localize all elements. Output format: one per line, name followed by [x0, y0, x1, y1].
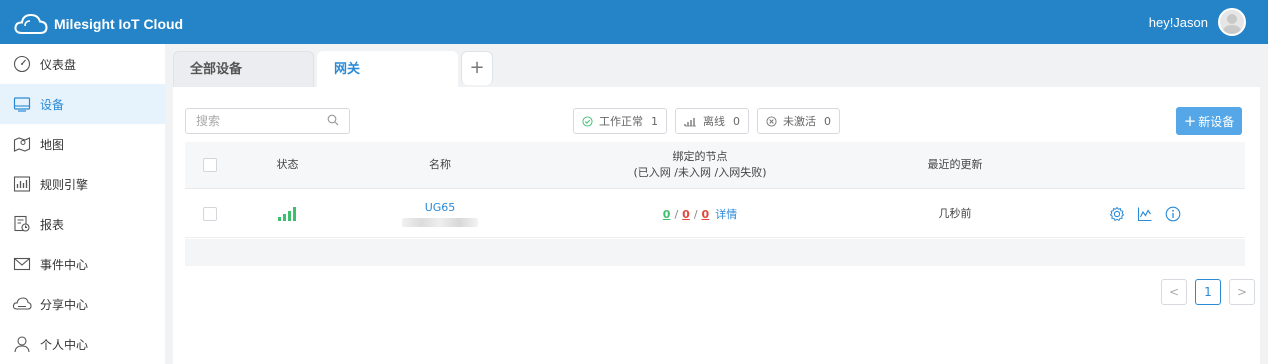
prev-page-button[interactable]: < — [1161, 279, 1187, 305]
sidebar-item-event-center[interactable]: 事件中心 — [0, 244, 165, 284]
signal-offline-icon — [684, 116, 697, 127]
table-header: 状态 名称 绑定的节点 (已入网 /未入网 /入网失败) 最近的更新 — [185, 142, 1245, 189]
filter-count: 1 — [651, 114, 658, 128]
sidebar-item-personal-center[interactable]: 个人中心 — [0, 324, 165, 364]
nodes-cell: 0/0/0 详情 — [585, 190, 815, 237]
brand-logo[interactable]: Milesight IoT Cloud — [14, 9, 183, 39]
sidebar-item-rule-engine[interactable]: 规则引擎 — [0, 164, 165, 204]
plus-icon: + — [1183, 112, 1197, 130]
device-serial-blurred — [402, 217, 478, 227]
line-chart-icon[interactable] — [1137, 206, 1153, 222]
last-update-header-label: 最近的更新 — [927, 158, 983, 171]
mail-icon — [12, 254, 32, 274]
tab-gateway[interactable]: 网关 — [317, 51, 458, 87]
separator: / — [674, 207, 679, 221]
row-checkbox[interactable] — [203, 206, 217, 221]
search-box[interactable] — [185, 108, 350, 134]
last-update-header: 最近的更新 — [900, 142, 1010, 188]
name-cell: UG65 — [385, 190, 495, 237]
status-header-label: 状态 — [276, 158, 299, 171]
filter-count: 0 — [733, 114, 740, 128]
settings-gear-icon[interactable] — [1109, 206, 1125, 222]
sidebar-item-label: 分享中心 — [40, 297, 89, 312]
top-header: Milesight IoT Cloud hey!Jason — [0, 0, 1268, 44]
search-icon[interactable] — [327, 114, 339, 129]
sidebar-item-label: 事件中心 — [40, 257, 89, 272]
last-update-cell: 几秒前 — [900, 190, 1010, 237]
device-name-link[interactable]: UG65 — [425, 201, 456, 214]
map-icon — [12, 134, 32, 154]
table-footer-strip — [185, 239, 1245, 266]
person-icon — [12, 334, 32, 354]
filter-inactive-button[interactable]: 未激活 0 — [757, 108, 840, 134]
brand-name: Milesight IoT Cloud — [54, 16, 184, 32]
details-link[interactable]: 详情 — [715, 208, 737, 221]
select-all-checkbox[interactable] — [203, 158, 217, 172]
filter-count: 0 — [824, 114, 831, 128]
filter-label: 离线 — [703, 115, 725, 128]
device-icon — [12, 94, 32, 114]
nodes-failed-count[interactable]: 0 — [702, 208, 710, 221]
nodes-header-title: 绑定的节点 — [672, 150, 728, 163]
status-filters: 工作正常 1 离线 0 未激活 0 — [573, 108, 848, 134]
page-number-button[interactable]: 1 — [1195, 279, 1221, 305]
nodes-joined-count[interactable]: 0 — [663, 208, 671, 221]
sidebar-item-label: 报表 — [40, 217, 65, 232]
cloud-logo-icon — [14, 13, 48, 34]
dashboard-icon — [12, 54, 32, 74]
check-circle-icon — [582, 115, 593, 127]
sidebar-item-report[interactable]: 报表 — [0, 204, 165, 244]
sidebar-item-label: 个人中心 — [40, 337, 89, 352]
sidebar-item-device[interactable]: 设备 — [0, 84, 165, 124]
info-icon[interactable] — [1165, 206, 1181, 222]
user-menu[interactable]: hey!Jason — [1149, 8, 1246, 36]
sidebar-item-label: 设备 — [40, 97, 65, 112]
status-cell — [255, 190, 320, 237]
filter-label: 工作正常 — [599, 115, 643, 128]
sidebar: 仪表盘 设备 地图 规则引擎 报表 事件中心 分享中心 个人中心 — [0, 44, 165, 364]
nodes-counts: 0/0/0 详情 — [663, 206, 737, 222]
next-page-button[interactable]: > — [1229, 279, 1255, 305]
search-input[interactable] — [186, 109, 316, 133]
nodes-header-sub: (已入网 /未入网 /入网失败) — [633, 166, 767, 179]
filter-working-button[interactable]: 工作正常 1 — [573, 108, 667, 134]
x-circle-icon — [766, 115, 777, 127]
last-update-value: 几秒前 — [938, 206, 972, 220]
name-header: 名称 — [395, 142, 485, 188]
sidebar-item-label: 地图 — [40, 137, 65, 152]
nodes-header: 绑定的节点 (已入网 /未入网 /入网失败) — [585, 142, 815, 188]
table-row[interactable]: UG65 0/0/0 详情 几秒前 — [185, 190, 1245, 238]
avatar[interactable] — [1218, 8, 1246, 36]
sidebar-item-map[interactable]: 地图 — [0, 124, 165, 164]
sidebar-item-label: 规则引擎 — [40, 177, 89, 192]
sidebar-item-dashboard[interactable]: 仪表盘 — [0, 44, 165, 84]
add-tab-button[interactable]: + — [461, 51, 493, 85]
user-avatar-icon — [1222, 14, 1242, 34]
sidebar-item-share-center[interactable]: 分享中心 — [0, 284, 165, 324]
name-header-label: 名称 — [429, 158, 451, 171]
filter-label: 未激活 — [783, 115, 816, 128]
tab-all-devices[interactable]: 全部设备 — [173, 51, 314, 87]
user-greeting[interactable]: hey!Jason — [1149, 15, 1208, 30]
pagination: < 1 > — [1153, 279, 1255, 305]
cloud-share-icon — [12, 294, 32, 314]
gateway-panel: 工作正常 1 离线 0 未激活 0 + 新设备 状态 名称 — [173, 87, 1260, 364]
actions-cell — [1100, 190, 1190, 237]
signal-strength-icon — [277, 206, 298, 221]
row-select-cell — [195, 190, 225, 237]
select-all-cell — [195, 142, 225, 188]
filter-offline-button[interactable]: 离线 0 — [675, 108, 749, 134]
separator: / — [693, 207, 698, 221]
status-header: 状态 — [255, 142, 320, 188]
nodes-not-joined-count[interactable]: 0 — [682, 208, 690, 221]
new-device-label: 新设备 — [1198, 114, 1235, 129]
sidebar-item-label: 仪表盘 — [40, 57, 77, 72]
report-icon — [12, 214, 32, 234]
row-actions — [1103, 206, 1187, 222]
new-device-button[interactable]: + 新设备 — [1176, 107, 1242, 135]
rule-engine-icon — [12, 174, 32, 194]
